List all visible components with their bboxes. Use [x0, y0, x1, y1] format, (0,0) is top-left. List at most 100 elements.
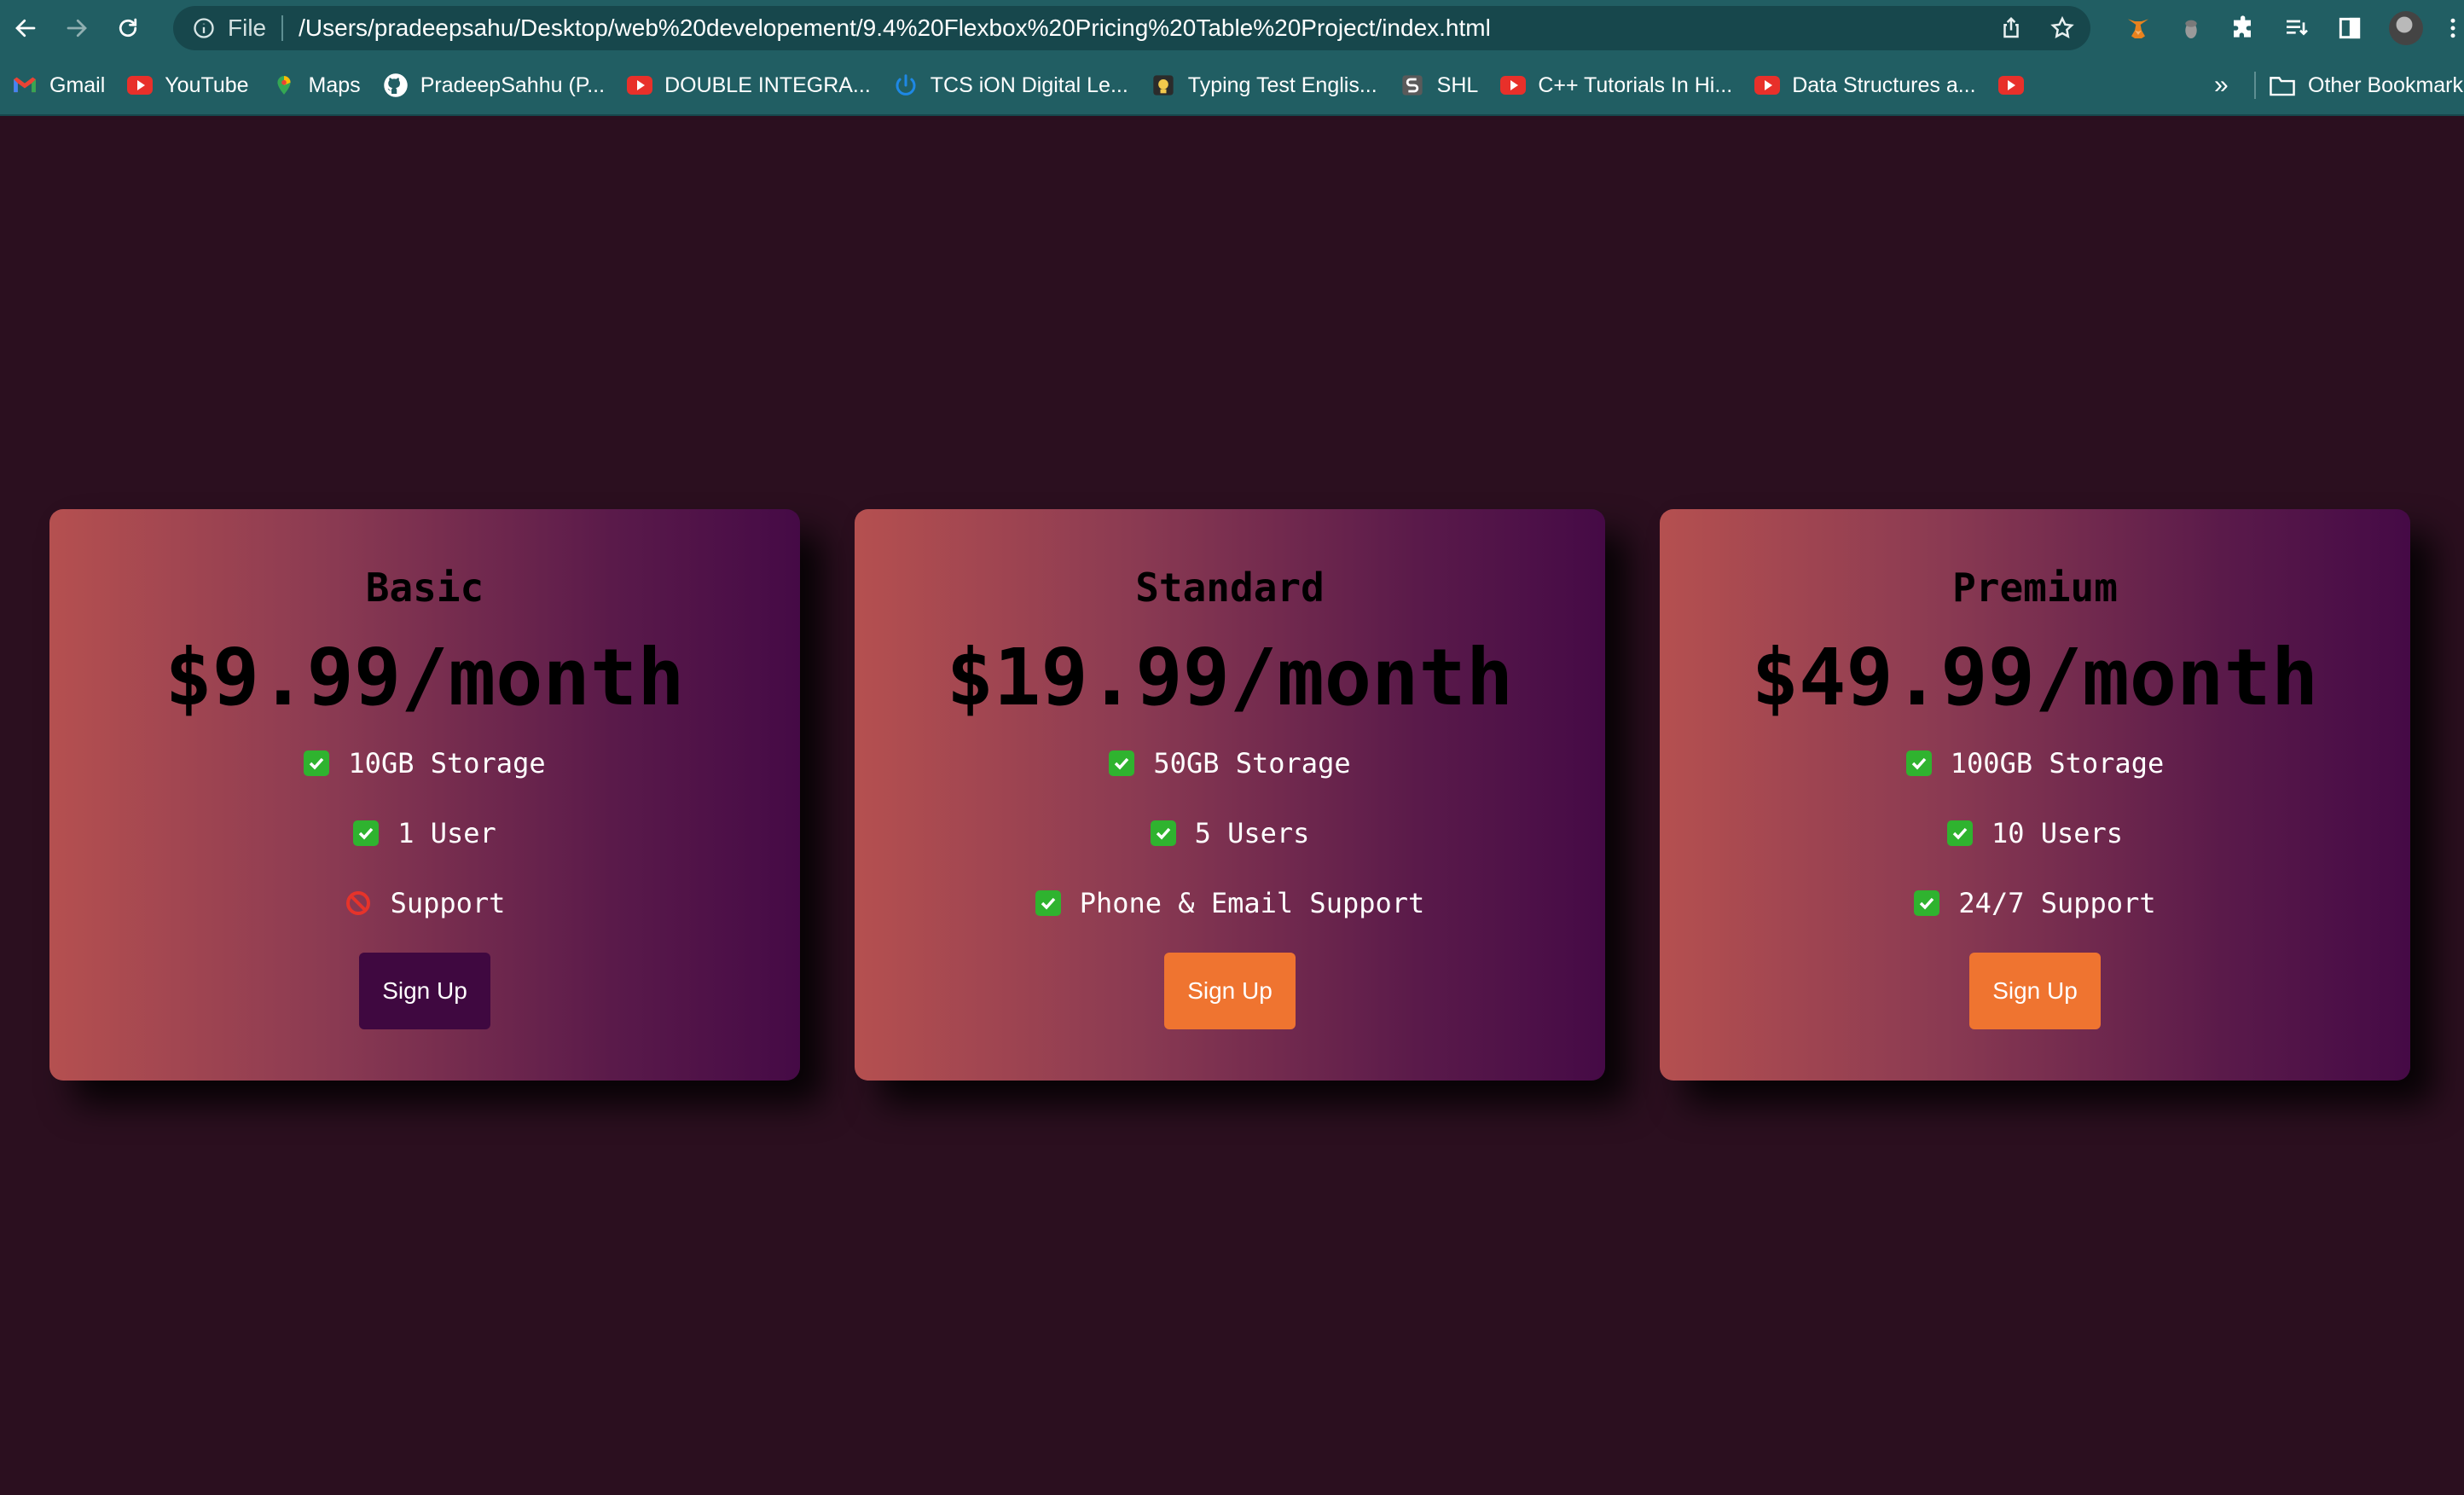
feature-item: Support: [345, 878, 506, 929]
share-icon[interactable]: [1998, 15, 2024, 41]
reload-button[interactable]: [102, 0, 154, 56]
sign-up-button[interactable]: Sign Up: [1164, 953, 1296, 1029]
browser-toolbar: File /Users/pradeepsahu/Desktop/web%20de…: [0, 0, 2464, 56]
back-arrow-icon: [15, 19, 36, 38]
bookmark-label: SHL: [1436, 72, 1479, 97]
bookmark-label: DOUBLE INTEGRA...: [664, 72, 871, 97]
bookmark-maps[interactable]: Maps: [271, 72, 361, 98]
bookmark-label: Gmail: [49, 72, 106, 97]
metamask-fox-icon[interactable]: [2125, 14, 2152, 42]
youtube-icon: [1754, 72, 1781, 98]
youtube-icon: [627, 72, 653, 98]
feature-text: 50GB Storage: [1153, 747, 1351, 779]
profile-avatar[interactable]: [2389, 11, 2423, 45]
bookmark-youtube-extra[interactable]: [1997, 72, 2036, 98]
shl-icon: [1400, 72, 1425, 98]
check-icon: [1905, 750, 1932, 776]
bookmark-typing-test[interactable]: Typing Test Englis...: [1151, 72, 1377, 98]
bookmark-double-integral[interactable]: DOUBLE INTEGRA...: [627, 72, 871, 98]
pricing-card-standard: Standard $19.99/month 50GB Storage 5 Use…: [855, 509, 1605, 1081]
more-menu-icon[interactable]: [2449, 14, 2457, 42]
github-icon: [383, 72, 409, 98]
pricing-card-premium: Premium $49.99/month 100GB Storage 10 Us…: [1660, 509, 2410, 1081]
reading-list-icon[interactable]: [2283, 14, 2310, 42]
plan-name: Premium: [1952, 565, 2118, 611]
file-scheme-label: File: [228, 14, 267, 41]
plan-price: $19.99/month: [946, 632, 1514, 723]
maps-icon: [271, 72, 297, 98]
feature-text: Support: [390, 887, 506, 919]
feature-item: Phone & Email Support: [1035, 878, 1425, 929]
back-button[interactable]: [0, 0, 51, 56]
check-icon: [1109, 750, 1135, 776]
url-text[interactable]: /Users/pradeepsahu/Desktop/web%20develop…: [299, 14, 1491, 42]
sign-up-button[interactable]: Sign Up: [359, 953, 490, 1029]
feature-text: 100GB Storage: [1950, 747, 2165, 779]
bookmark-tcs-ion[interactable]: TCS iON Digital Le...: [893, 72, 1128, 98]
check-icon: [1150, 820, 1176, 846]
bookmark-shl[interactable]: SHL: [1400, 72, 1479, 98]
feature-text: 1 User: [397, 817, 496, 849]
bookmark-label: TCS iON Digital Le...: [930, 72, 1128, 97]
bookmark-label: PradeepSahhu (P...: [420, 72, 606, 97]
extension-acorn-icon[interactable]: [2177, 14, 2205, 42]
feature-text: 5 Users: [1194, 817, 1310, 849]
extensions-puzzle-icon[interactable]: [2230, 14, 2258, 42]
check-icon: [304, 750, 330, 776]
pricing-card-basic: Basic $9.99/month 10GB Storage 1 User Su…: [49, 509, 800, 1081]
youtube-icon: [1500, 72, 1527, 98]
feature-item: 1 User: [353, 808, 496, 859]
feature-text: 10GB Storage: [348, 747, 546, 779]
bookmark-label: Data Structures a...: [1792, 72, 1976, 97]
check-icon: [353, 820, 380, 846]
feature-text: 10 Users: [1991, 817, 2124, 849]
bookmark-star-icon[interactable]: [2049, 15, 2075, 41]
plan-price: $49.99/month: [1751, 632, 2319, 723]
bookmark-data-structures[interactable]: Data Structures a...: [1754, 72, 1976, 98]
address-bar[interactable]: File /Users/pradeepsahu/Desktop/web%20de…: [173, 6, 2090, 50]
power-icon: [893, 72, 919, 98]
feature-text: Phone & Email Support: [1079, 887, 1425, 919]
forward-button[interactable]: [51, 0, 102, 56]
plan-name: Basic: [365, 565, 484, 611]
other-bookmarks-label: Other Bookmark: [2308, 72, 2464, 97]
bookmark-gmail[interactable]: Gmail: [12, 72, 105, 98]
sign-up-button[interactable]: Sign Up: [1969, 953, 2101, 1029]
bookmarks-bar: Gmail YouTube Maps PradeepSahhu (P... DO…: [0, 56, 2464, 116]
side-panel-icon[interactable]: [2336, 14, 2363, 42]
extensions-area: [2125, 0, 2464, 56]
youtube-icon: [1997, 72, 2024, 98]
feature-item: 24/7 Support: [1914, 878, 2156, 929]
bookmark-label: C++ Tutorials In Hi...: [1538, 72, 1733, 97]
feature-item: 50GB Storage: [1109, 738, 1351, 789]
other-bookmarks-folder[interactable]: Other Bookmark: [2269, 56, 2463, 114]
gmail-icon: [12, 72, 38, 98]
plan-name: Standard: [1135, 565, 1325, 611]
info-icon[interactable]: [192, 16, 216, 40]
youtube-icon: [127, 72, 154, 98]
plan-price: $9.99/month: [165, 632, 685, 723]
bookmark-github[interactable]: PradeepSahhu (P...: [383, 72, 605, 98]
feature-item: 10GB Storage: [304, 738, 546, 789]
feature-item: 5 Users: [1150, 808, 1310, 859]
bookmark-label: Typing Test Englis...: [1187, 72, 1377, 97]
bookmarks-separator: [2254, 72, 2256, 99]
bookmark-label: Maps: [308, 72, 361, 97]
bookmark-youtube[interactable]: YouTube: [127, 72, 249, 98]
check-icon: [1035, 890, 1061, 916]
folder-icon: [2270, 77, 2295, 96]
address-actions: [1998, 6, 2075, 50]
address-separator: [281, 15, 284, 41]
bookmark-label: YouTube: [165, 72, 249, 97]
feature-text: 24/7 Support: [1958, 887, 2156, 919]
check-icon: [1946, 820, 1973, 846]
feature-item: 100GB Storage: [1905, 738, 2165, 789]
feature-item: 10 Users: [1946, 808, 2124, 859]
typing-icon: [1151, 72, 1176, 98]
bookmark-cpp-tutorials[interactable]: C++ Tutorials In Hi...: [1500, 72, 1732, 98]
bookmarks-overflow-button[interactable]: »: [2214, 56, 2229, 114]
forward-arrow-icon: [67, 19, 87, 38]
reload-icon: [119, 18, 137, 38]
check-icon: [1914, 890, 1940, 916]
no-entry-icon: [345, 891, 370, 915]
